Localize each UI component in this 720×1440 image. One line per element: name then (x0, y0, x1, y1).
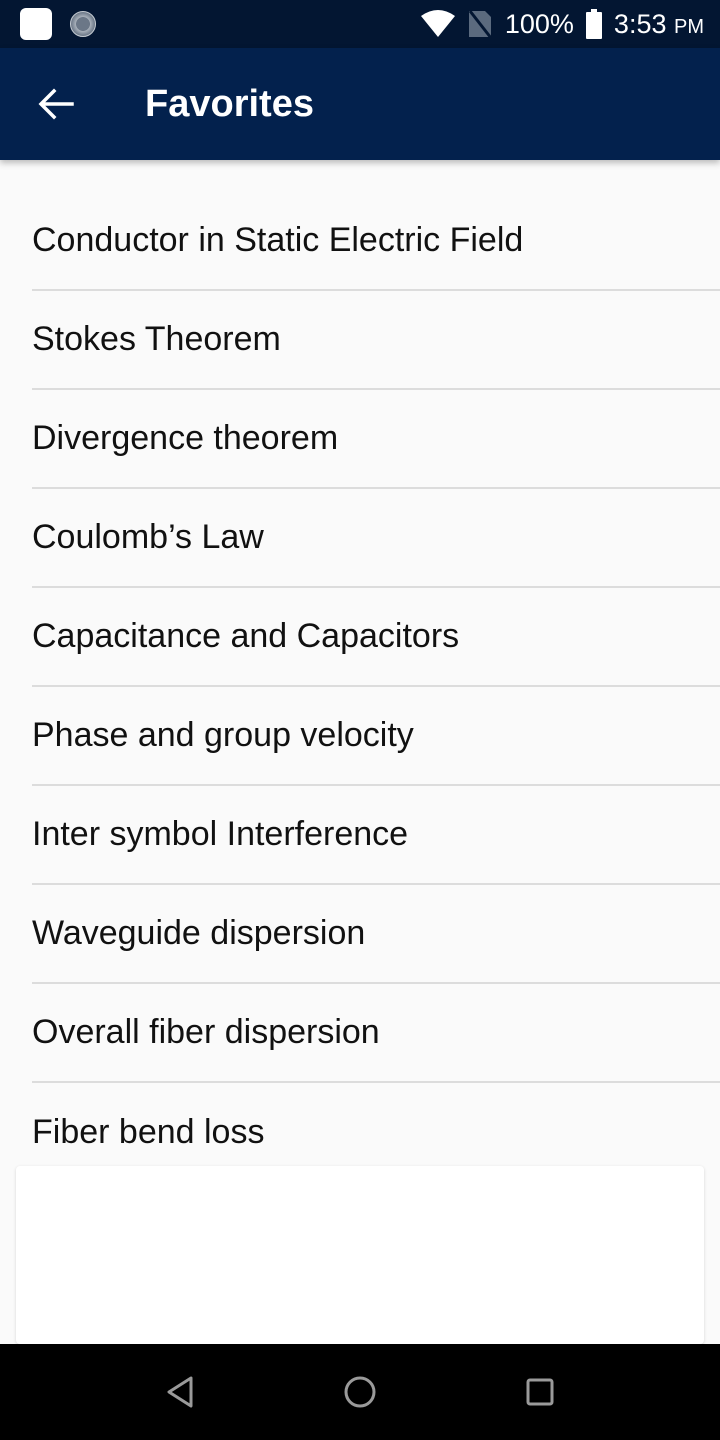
list-item[interactable]: Conductor in Static Electric Field (32, 192, 720, 291)
list-item-label: Fiber bend loss (32, 1113, 265, 1151)
nav-recents-button[interactable] (450, 1344, 630, 1440)
battery-percent: 100% (504, 8, 574, 39)
clock-suffix: PM (674, 15, 704, 38)
recents-square-icon (526, 1378, 554, 1406)
list-item[interactable]: Overall fiber dispersion (32, 984, 720, 1083)
nav-back-button[interactable] (90, 1344, 270, 1440)
arrow-left-icon (38, 88, 74, 120)
list-item[interactable]: Coulomb’s Law (32, 489, 720, 588)
notification-square-icon (20, 8, 52, 40)
wifi-icon (420, 10, 455, 37)
ad-banner[interactable] (16, 1166, 704, 1344)
list-item-label: Divergence theorem (32, 419, 339, 457)
home-circle-icon (344, 1376, 376, 1408)
list-item-label: Capacitance and Capacitors (32, 617, 460, 655)
list-item[interactable]: Waveguide dispersion (32, 885, 720, 984)
list-item-label: Waveguide dispersion (32, 914, 366, 952)
clock-time: 3:53 (613, 8, 667, 39)
list-item-label: Stokes Theorem (32, 320, 281, 358)
list-item-label: Coulomb’s Law (32, 518, 264, 556)
list-item[interactable]: Capacitance and Capacitors (32, 588, 720, 687)
clock-app-icon (70, 11, 96, 37)
no-sim-icon (468, 10, 493, 39)
list-item-label: Phase and group velocity (32, 716, 414, 754)
back-triangle-icon (167, 1376, 193, 1408)
list-item-label: Overall fiber dispersion (32, 1013, 380, 1051)
clock: 3:53 PM (614, 9, 704, 40)
list-item-label: Inter symbol Interference (32, 815, 409, 853)
navigation-bar (0, 1344, 720, 1440)
nav-home-button[interactable] (270, 1344, 450, 1440)
favorites-list: Conductor in Static Electric Field Stoke… (0, 192, 720, 1182)
list-item[interactable]: Inter symbol Interference (32, 786, 720, 885)
app-bar: Favorites (0, 48, 720, 160)
battery-icon (585, 9, 602, 39)
back-button[interactable] (28, 80, 84, 128)
status-bar: 100% 3:53 PM (0, 0, 720, 48)
list-item[interactable]: Stokes Theorem (32, 291, 720, 390)
list-item-label: Conductor in Static Electric Field (32, 221, 524, 259)
list-item[interactable]: Divergence theorem (32, 390, 720, 489)
page-title: Favorites (145, 83, 314, 125)
list-item[interactable]: Phase and group velocity (32, 687, 720, 786)
